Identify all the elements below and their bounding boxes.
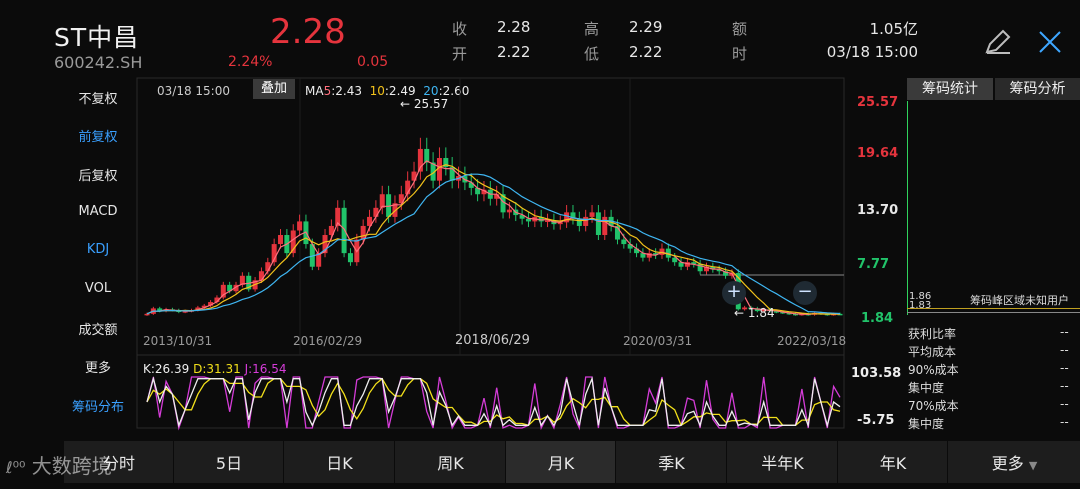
tab-chip-analysis[interactable]: 筹码分析 (995, 78, 1080, 100)
low-marker-value: 1.84 (747, 306, 775, 320)
side-row-label-1: 获利比率 (908, 327, 957, 341)
tab-daily[interactable]: 日K (283, 441, 395, 483)
tab-monthly[interactable]: 月K (505, 441, 616, 483)
watermark: ℓ⁰⁰ 大数跨境 (6, 450, 112, 479)
chip-line-2 (907, 312, 1080, 313)
candle-body (602, 216, 608, 236)
high-marker-value: 25.57 (413, 97, 449, 111)
tab-halfyear[interactable]: 半年K (726, 441, 838, 483)
side-row-value-3: -- (1060, 361, 1069, 375)
x-tick-1: 2013/10/31 (143, 334, 213, 348)
tab-5day[interactable]: 5日 (173, 441, 284, 483)
chip-peak-text: 筹码峰区域未知用户 (970, 294, 1069, 307)
tab-weekly[interactable]: 周K (394, 441, 506, 483)
side-row-label-3: 90%成本 (908, 363, 959, 377)
period-tab-bar: 分时 5日 日K 周K 月K 季K 半年K 年K 更多 ▼ (63, 441, 1080, 483)
side-row-value-5: -- (1060, 397, 1069, 411)
side-row-value-4: -- (1060, 379, 1069, 393)
candle-body (278, 235, 284, 245)
x-tick-4: 2020/03/31 (623, 334, 693, 348)
candle-body (297, 221, 303, 231)
tab-more-label: 更多 (991, 454, 1024, 473)
side-row-label-4: 集中度 (908, 381, 945, 395)
candle-body (347, 253, 353, 263)
chevron-down-icon: ▼ (1028, 459, 1038, 472)
kdj-legend: K:26.39 D:31.31 J:16.54 (143, 362, 287, 376)
y-tick-1: 25.57 (857, 95, 899, 110)
y-tick-3: 13.70 (857, 203, 899, 218)
tab-quarterly[interactable]: 季K (615, 441, 727, 483)
zoom-in-button[interactable]: + (722, 281, 746, 305)
sub-y-bottom: -5.75 (857, 413, 895, 428)
side-row-value-1: -- (1060, 325, 1069, 339)
candle-body (589, 212, 595, 217)
watermark-logo-icon: ℓ⁰⁰ (6, 458, 26, 477)
high-marker: ← 25.57 (400, 97, 449, 111)
side-row-value-2: -- (1060, 343, 1069, 357)
candle-body (621, 239, 627, 245)
side-row-label-5: 70%成本 (908, 399, 959, 413)
chip-axis (907, 101, 908, 315)
zoom-out-button[interactable]: − (793, 281, 817, 305)
tab-more[interactable]: 更多 ▼ (947, 441, 1080, 483)
candle-body (144, 313, 150, 316)
candle-body (373, 207, 379, 217)
x-tick-3: 2018/06/29 (455, 333, 530, 348)
watermark-text: 大数跨境 (31, 454, 112, 478)
side-tabs: 筹码统计 筹码分析 (907, 78, 1080, 100)
candle-body (341, 207, 347, 254)
chip-line (907, 308, 1080, 309)
candle-body (258, 271, 264, 281)
sub-y-top: 103.58 (851, 366, 902, 381)
candle-body (583, 216, 589, 226)
candle-body (595, 212, 601, 236)
side-row-value-6: -- (1060, 415, 1069, 429)
x-tick-2: 2016/02/29 (293, 334, 363, 348)
side-row-label-6: 集中度 (908, 417, 945, 431)
side-row-label-2: 平均成本 (908, 345, 957, 359)
candle-body (506, 209, 512, 213)
kdj-j: J:16.54 (244, 362, 287, 376)
y-tick-2: 19.64 (857, 146, 899, 161)
x-tick-5: 2022/03/18 (777, 334, 847, 348)
kdj-k: K:26.39 (143, 362, 190, 376)
tab-chip-stats[interactable]: 筹码统计 (907, 78, 993, 100)
tab-yearly[interactable]: 年K (837, 441, 948, 483)
y-tick-5: 1.84 (861, 311, 894, 326)
y-tick-4: 7.77 (857, 257, 890, 272)
low-marker: ← 1.84 (734, 306, 775, 320)
kdj-d: D:31.31 (193, 362, 241, 376)
